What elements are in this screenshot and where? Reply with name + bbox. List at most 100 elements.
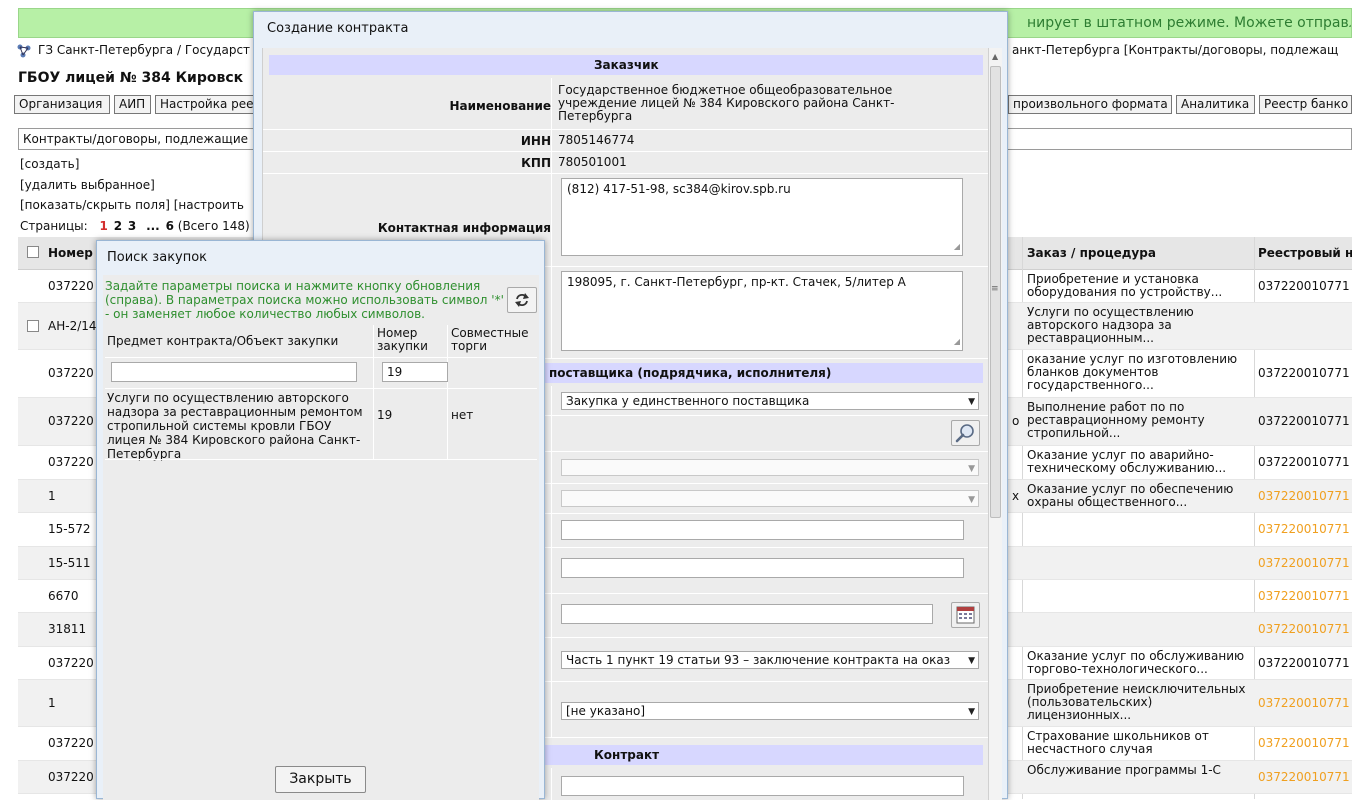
resize-grip-icon[interactable]: ◢	[954, 335, 960, 349]
row-number[interactable]: 037220	[48, 366, 94, 380]
header-procedure[interactable]: Заказ / процедура	[1027, 246, 1156, 260]
create-link[interactable]: [создать]	[20, 157, 79, 171]
menu-registry-settings[interactable]: Настройка рее	[155, 95, 255, 114]
resize-grip-icon[interactable]: ◢	[954, 240, 960, 254]
menu-arbitrary-format[interactable]: произвольного формата	[1008, 95, 1172, 114]
disabled-select[interactable]: ▼	[561, 490, 979, 507]
search-help-text: Задайте параметры поиска и нажмите кнопк…	[105, 279, 504, 321]
network-icon[interactable]	[16, 43, 32, 59]
row-registry-number[interactable]: 037220010771	[1258, 556, 1350, 570]
chevron-down-icon: ▼	[968, 464, 975, 474]
row-registry-number[interactable]: 037220010771	[1258, 366, 1350, 380]
breadcrumb-right[interactable]: анкт-Петербурга [Контракты/договоры, под…	[1012, 43, 1338, 57]
row-procedure[interactable]: Приобретение неисключительных (пользоват…	[1027, 683, 1259, 722]
page-title: ГБОУ лицей № 384 Кировск	[18, 70, 244, 86]
refresh-button[interactable]	[507, 287, 537, 313]
subject-filter-input[interactable]	[111, 362, 357, 382]
row-registry-number[interactable]: 037220010771	[1258, 455, 1350, 469]
address-textarea[interactable]: 198095, г. Санкт-Петербург, пр-кт. Стаче…	[561, 271, 963, 351]
refresh-icon	[515, 293, 529, 307]
procurement-method-select[interactable]: Закупка у единственного поставщика ▼	[561, 392, 979, 410]
page-1[interactable]: 1	[100, 219, 108, 233]
contact-textarea[interactable]: (812) 417-51-98, sc384@kirov.spb.ru ◢	[561, 178, 963, 256]
page-2[interactable]: 2	[114, 219, 122, 233]
text-input[interactable]	[561, 558, 964, 578]
row-registry-number[interactable]: 037220010771	[1258, 736, 1350, 750]
kpp-label: КПП	[521, 156, 551, 170]
date-input[interactable]	[561, 604, 933, 624]
row-registry-number[interactable]: 037220010771	[1258, 522, 1350, 536]
menu-aip[interactable]: АИП	[114, 95, 151, 114]
row-kpp: КПП 780501001	[263, 152, 988, 174]
row-number[interactable]: 6670	[48, 589, 79, 603]
breadcrumb-left[interactable]: ГЗ Санкт-Петербурга / Государст	[38, 43, 250, 57]
row-procedure[interactable]: Оказание услуг по обеспечению охраны общ…	[1027, 483, 1259, 509]
row-number[interactable]: 1	[48, 696, 56, 710]
result-subject[interactable]: Услуги по осуществлению авторского надзо…	[107, 391, 373, 461]
result-number[interactable]: 19	[377, 408, 392, 422]
legal-basis-select[interactable]: Часть 1 пункт 19 статьи 93 – заключение …	[561, 651, 979, 669]
row-procedure[interactable]: Страхование школьников от несчастного сл…	[1027, 730, 1259, 756]
chevron-down-icon: ▼	[968, 495, 975, 505]
page-3[interactable]: 3	[128, 219, 136, 233]
row-registry-number[interactable]: 037220010771	[1258, 589, 1350, 603]
row-registry-number[interactable]: 037220010771	[1258, 622, 1350, 636]
text-input[interactable]	[561, 520, 964, 540]
row-number[interactable]: АН-2/14	[48, 319, 97, 333]
row-number[interactable]: 037220	[48, 455, 94, 469]
text-input[interactable]	[561, 776, 964, 796]
header-subject: Предмет контракта/Объект закупки	[107, 334, 339, 348]
scroll-grip-icon: ≡	[991, 284, 999, 294]
chevron-down-icon: ▼	[968, 707, 975, 717]
row-procedure[interactable]: Приобретение и установка оборудования по…	[1027, 273, 1259, 299]
delete-selected-link[interactable]: [удалить выбранное]	[20, 178, 155, 192]
dialog-scrollbar[interactable]: ▲ ≡	[988, 48, 1002, 800]
row-registry-number[interactable]: 037220010771	[1258, 696, 1350, 710]
menu-analytics[interactable]: Аналитика	[1176, 95, 1255, 114]
arrow-up-icon[interactable]: ▲	[992, 52, 998, 61]
dialog-title: Поиск закупок	[107, 250, 208, 265]
row-procedure[interactable]: Обслуживание программы 1-С	[1027, 764, 1259, 777]
select-all-checkbox[interactable]	[27, 246, 39, 258]
row-number[interactable]: 15-511	[48, 556, 91, 570]
toggle-fields-link[interactable]: [показать/скрыть поля] [настроить	[20, 198, 244, 212]
row-number[interactable]: 15-572	[48, 522, 91, 536]
result-joint[interactable]: нет	[451, 408, 473, 422]
row-registry-number[interactable]: 037220010771	[1258, 414, 1350, 428]
row-procedure[interactable]: Оказание услуг по аварийно-техническому …	[1027, 449, 1259, 475]
search-procurement-button[interactable]	[951, 420, 980, 446]
header-registry[interactable]: Реестровый н	[1258, 246, 1352, 260]
calendar-button[interactable]	[951, 602, 980, 628]
row-number[interactable]: 037220	[48, 770, 94, 784]
row-number[interactable]: 037220	[48, 414, 94, 428]
row-number[interactable]: 037220	[48, 656, 94, 670]
row-registry-number[interactable]: 037220010771	[1258, 656, 1350, 670]
page-last[interactable]: 6	[166, 219, 174, 233]
unspecified-select[interactable]: [не указано] ▼	[561, 702, 979, 720]
kpp-value: 780501001	[558, 155, 627, 169]
row-registry-number[interactable]: 037220010771	[1258, 489, 1350, 503]
row-number[interactable]: 037220	[48, 736, 94, 750]
row-procedure[interactable]: Услуги по осуществлению авторского надзо…	[1027, 306, 1259, 345]
magnifier-icon	[955, 424, 974, 443]
close-button[interactable]: Закрыть	[275, 766, 366, 793]
search-dialog: Поиск закупок Задайте параметры поиска и…	[96, 240, 545, 800]
row-number[interactable]: 037220	[48, 279, 94, 293]
row-number[interactable]: 1	[48, 489, 56, 503]
pagination: Страницы: 1 2 3 ... 6 (Всего 148)	[20, 219, 250, 233]
menu-bank-registry[interactable]: Реестр банко	[1259, 95, 1352, 114]
row-number[interactable]: 31811	[48, 622, 86, 636]
disabled-select[interactable]: ▼	[561, 459, 979, 476]
header-number[interactable]: Номер	[48, 246, 93, 260]
header-procurement-number: Номер закупки	[377, 326, 428, 353]
row-procedure[interactable]: Выполнение работ по по реставрационному …	[1027, 401, 1259, 440]
menu-organization[interactable]: Организация	[14, 95, 110, 114]
name-value: Государственное бюджетное общеобразовате…	[558, 83, 895, 123]
row-registry-number[interactable]: 037220010771	[1258, 770, 1350, 784]
number-filter-input[interactable]: 19	[382, 362, 448, 382]
row-procedure[interactable]: оказание услуг по изготовлению бланков д…	[1027, 353, 1259, 392]
pages-total: (Всего 148)	[177, 219, 250, 233]
row-checkbox[interactable]	[27, 319, 39, 332]
row-procedure[interactable]: Оказание услуг по обслуживанию торгово-т…	[1027, 650, 1259, 676]
row-registry-number[interactable]: 037220010771	[1258, 279, 1350, 293]
